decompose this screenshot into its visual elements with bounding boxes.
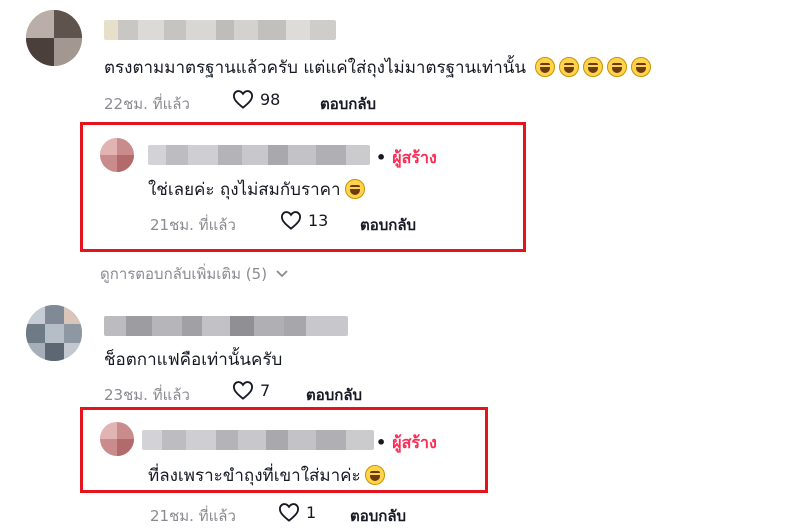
laughing-emoji-icon [583,57,604,77]
like-count: 98 [260,89,281,109]
heart-icon [278,503,300,522]
creator-avatar[interactable] [100,138,134,172]
reply-text: ใช่เลยค่ะ ถุงไม่สมกับราคา [148,176,365,203]
creator-username[interactable] [142,430,374,450]
heart-icon [280,211,302,230]
reply-text: ที่ลงเพราะขำถุงที่เขาใส่มาค่ะ [148,462,385,489]
creator-badge: • ผู้สร้าง [376,148,437,167]
laughing-emoji-icon [631,57,652,77]
reply-time: 21ชม. ที่แล้ว [150,507,236,525]
laughing-emoji-icon [344,179,365,199]
like-button[interactable]: 7 [232,380,270,400]
like-button[interactable]: 13 [280,210,328,230]
like-button[interactable]: 98 [232,89,280,109]
laughing-emoji-icon [535,57,556,77]
comment-text: ตรงตามมาตรฐานแล้วครับ แต่แค่ใส่ถุงไม่มาต… [104,54,652,81]
reply-time: 21ชม. ที่แล้ว [150,216,236,234]
comment-time: 22ชม. ที่แล้ว [104,95,190,113]
like-count: 7 [260,380,271,400]
avatar[interactable] [26,10,82,66]
avatar[interactable] [26,305,82,361]
comment-text: ช็อตกาแฟคือเท่านั้นครับ [104,350,283,370]
laughing-emoji-icon [559,57,580,77]
like-button[interactable]: 1 [278,502,316,522]
chevron-down-icon [276,270,288,278]
username[interactable] [104,316,348,336]
like-count: 13 [308,210,329,230]
username[interactable] [104,20,336,40]
reply-button[interactable]: ตอบกลับ [306,383,362,407]
view-more-replies[interactable]: ดูการตอบกลับเพิ่มเติม (5) [100,262,288,286]
heart-icon [232,90,254,109]
creator-avatar[interactable] [100,422,134,456]
reply-button[interactable]: ตอบกลับ [320,92,376,116]
like-count: 1 [306,502,317,522]
reply-button[interactable]: ตอบกลับ [350,504,406,528]
comment-time: 23ชม. ที่แล้ว [104,386,190,404]
laughing-emoji-icon [607,57,628,77]
laughing-emoji-icon [364,465,385,485]
creator-badge: • ผู้สร้าง [376,433,437,452]
reply-button[interactable]: ตอบกลับ [360,213,416,237]
heart-icon [232,381,254,400]
creator-username[interactable] [148,145,370,165]
